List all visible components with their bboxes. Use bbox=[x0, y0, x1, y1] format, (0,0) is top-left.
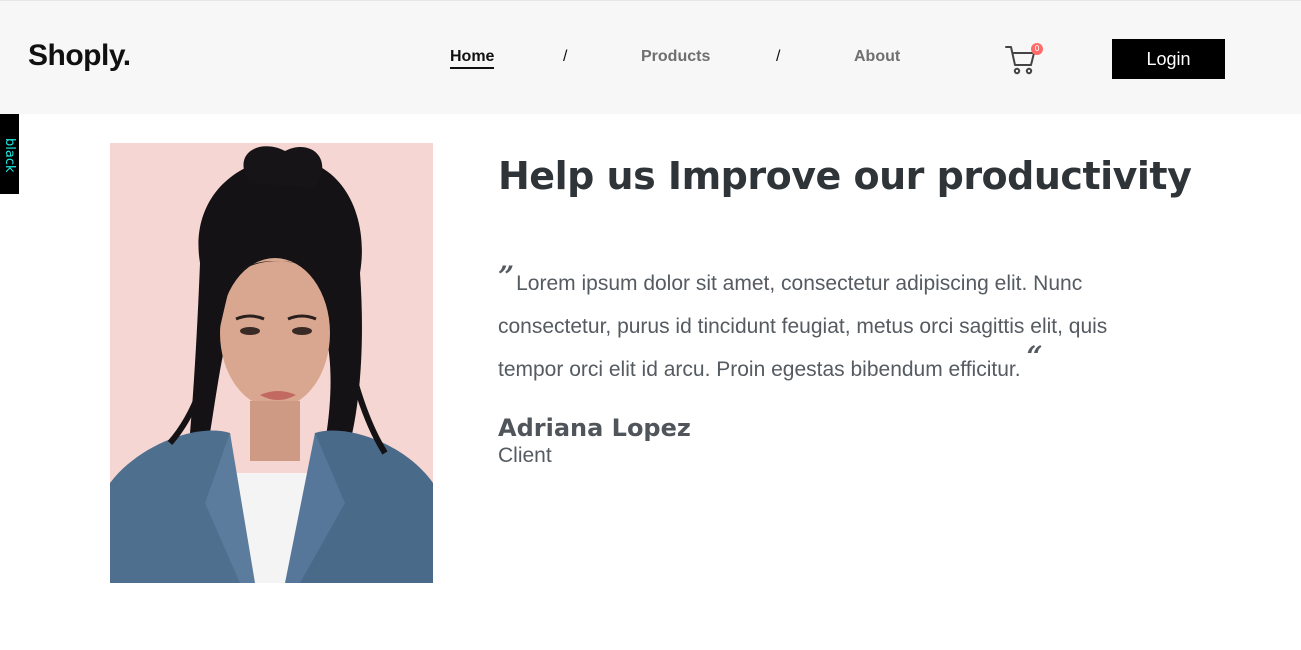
testimonial-photo bbox=[110, 143, 433, 583]
nav-separator: / bbox=[776, 48, 781, 65]
close-quote-mark: “ bbox=[1026, 340, 1043, 373]
testimonial-quote: ”Lorem ipsum dolor sit amet, consectetur… bbox=[498, 262, 1158, 391]
open-quote-mark: ” bbox=[498, 260, 515, 293]
author-role: Client bbox=[498, 444, 552, 467]
author-name: Adriana Lopez bbox=[498, 414, 691, 442]
theme-side-tab[interactable]: black bbox=[0, 114, 19, 194]
top-navbar: Shoply. Home / Products / About 0 Login bbox=[0, 0, 1301, 114]
portrait-photo-icon bbox=[110, 143, 433, 583]
login-button[interactable]: Login bbox=[1112, 39, 1225, 79]
side-tab-label: black bbox=[2, 138, 17, 173]
section-headline: Help us Improve our productivity bbox=[498, 154, 1192, 198]
brand-logo[interactable]: Shoply. bbox=[28, 39, 131, 73]
nav-about[interactable]: About bbox=[854, 48, 900, 66]
cart-button[interactable]: 0 bbox=[1004, 43, 1044, 77]
page: Shoply. Home / Products / About 0 Login … bbox=[0, 0, 1301, 650]
cart-count-badge: 0 bbox=[1031, 43, 1043, 55]
nav-separator: / bbox=[563, 48, 568, 65]
nav-products[interactable]: Products bbox=[641, 48, 710, 66]
quote-text: Lorem ipsum dolor sit amet, consectetur … bbox=[498, 272, 1108, 381]
nav-home[interactable]: Home bbox=[450, 48, 495, 69]
